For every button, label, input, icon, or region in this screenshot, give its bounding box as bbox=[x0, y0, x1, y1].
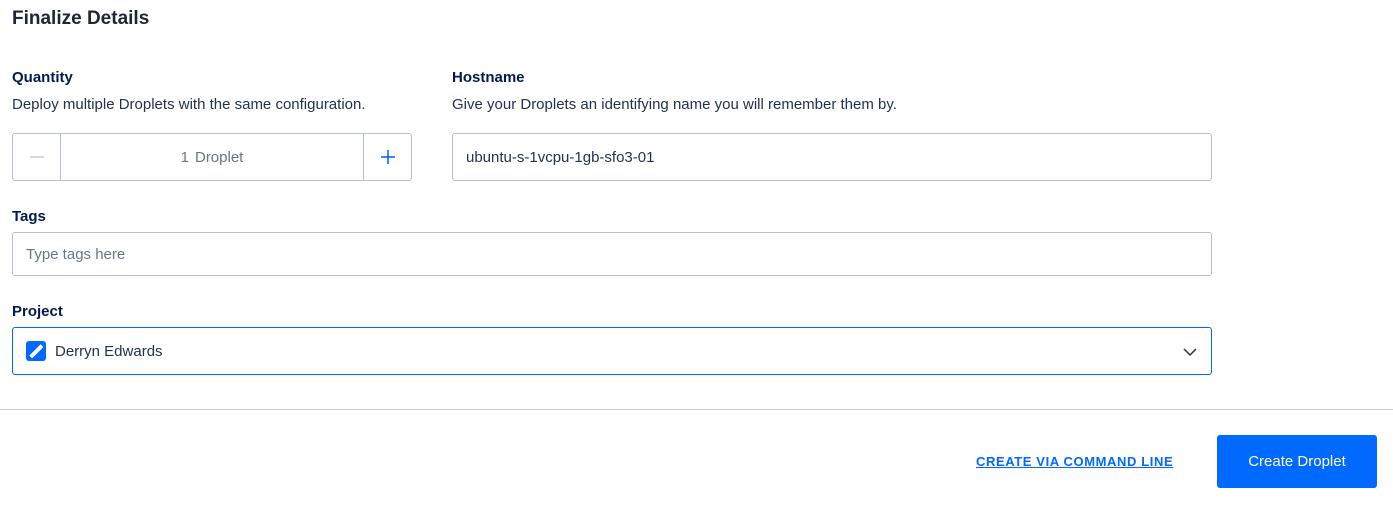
quantity-help: Deploy multiple Droplets with the same c… bbox=[12, 96, 366, 113]
hostname-label: Hostname bbox=[452, 69, 525, 86]
quantity-stepper: 1 Droplet bbox=[12, 133, 412, 181]
chevron-down-icon bbox=[1183, 348, 1197, 357]
quantity-value[interactable]: 1 Droplet bbox=[61, 134, 363, 180]
quantity-count: 1 bbox=[180, 148, 189, 166]
project-icon bbox=[26, 341, 46, 361]
quantity-label: Quantity bbox=[12, 69, 73, 86]
tags-label: Tags bbox=[12, 208, 46, 225]
create-via-command-line-link[interactable]: CREATE VIA COMMAND LINE bbox=[976, 454, 1173, 469]
create-droplet-button[interactable]: Create Droplet bbox=[1217, 435, 1377, 488]
minus-icon bbox=[29, 156, 44, 158]
section-title: Finalize Details bbox=[12, 8, 150, 29]
hostname-help: Give your Droplets an identifying name y… bbox=[452, 96, 897, 113]
quantity-unit: Droplet bbox=[194, 148, 244, 166]
increment-button[interactable] bbox=[363, 134, 411, 180]
project-label: Project bbox=[12, 303, 63, 320]
finalize-details-panel: Finalize Details Quantity Deploy multipl… bbox=[0, 0, 1393, 510]
tags-input[interactable] bbox=[12, 232, 1212, 276]
divider bbox=[0, 409, 1393, 410]
plus-icon bbox=[380, 150, 395, 164]
project-selected-value: Derryn Edwards bbox=[55, 342, 163, 360]
hostname-input[interactable] bbox=[452, 133, 1212, 181]
project-select[interactable]: Derryn Edwards bbox=[12, 327, 1212, 375]
decrement-button[interactable] bbox=[13, 134, 61, 180]
